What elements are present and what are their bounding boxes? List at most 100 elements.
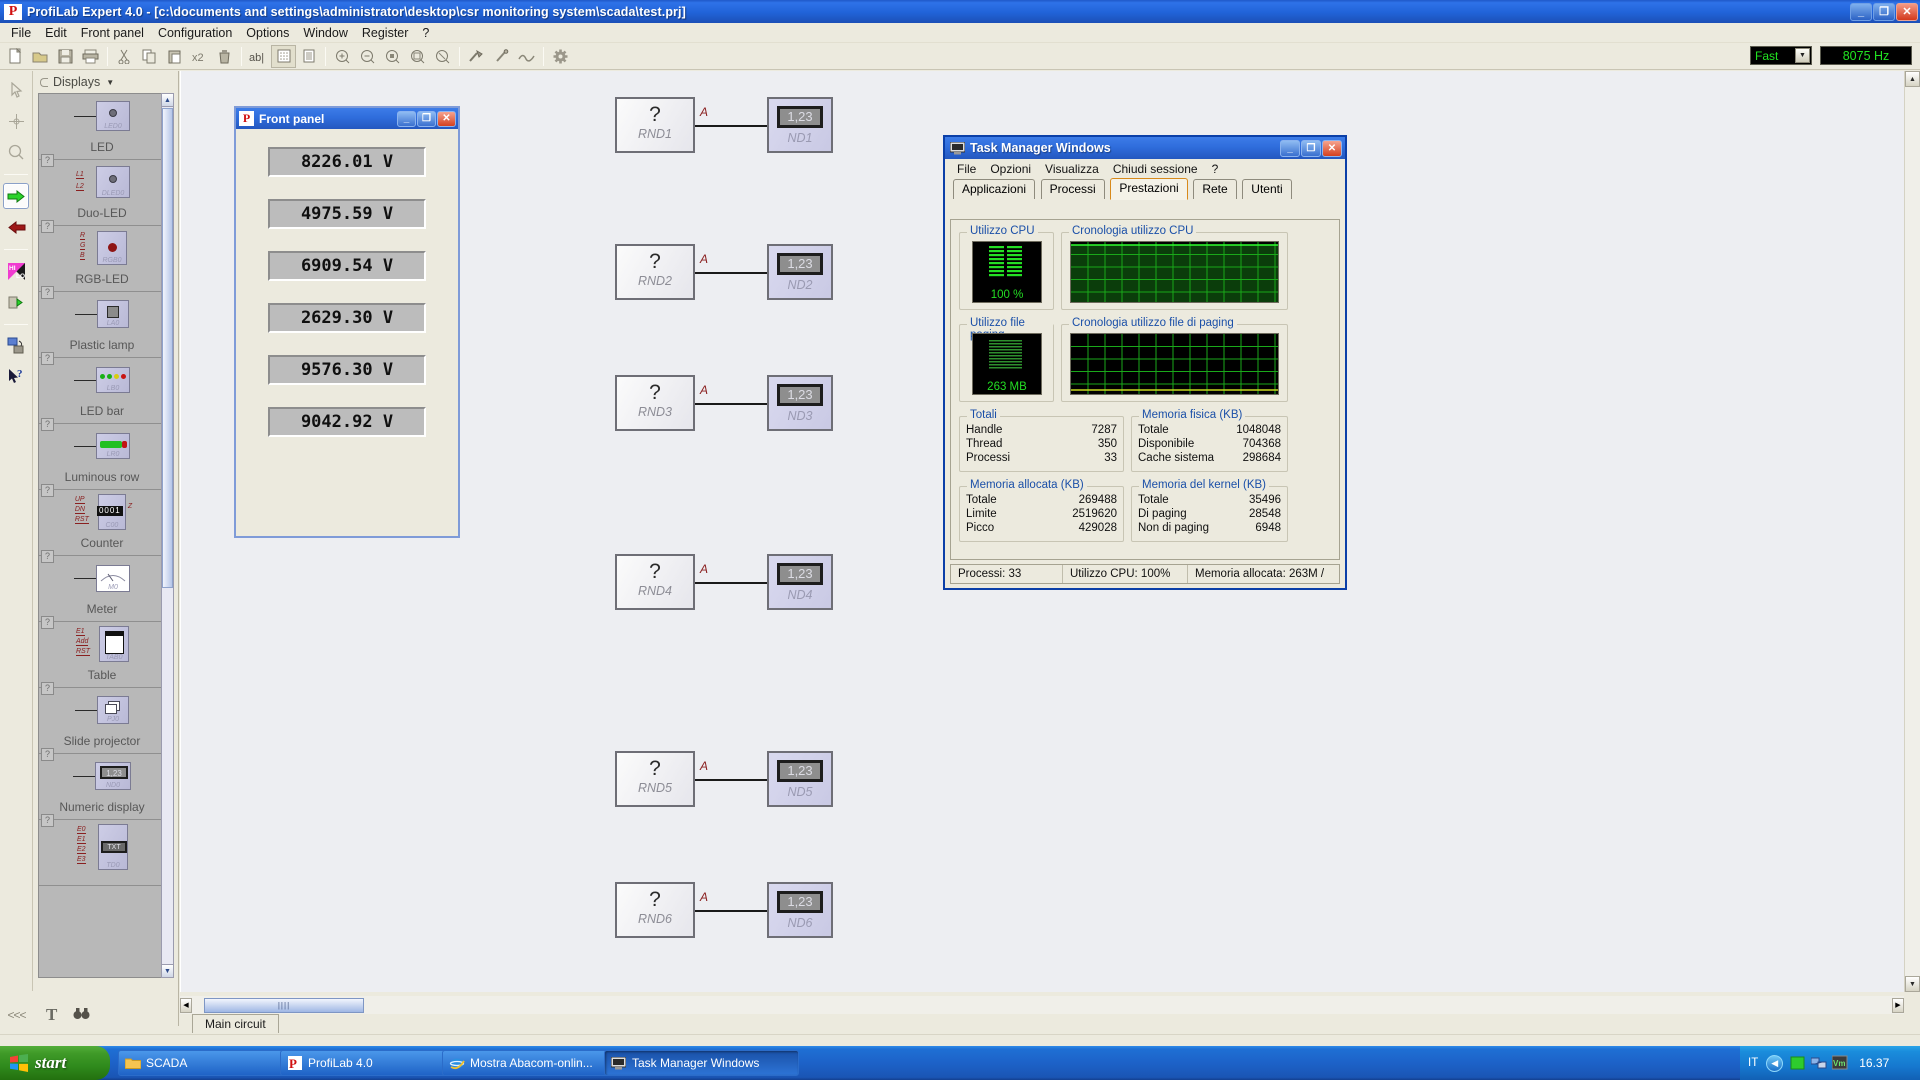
tm-menu-file[interactable]: File	[950, 161, 983, 177]
scope-icon[interactable]	[514, 45, 539, 68]
palette-help-icon[interactable]: ?	[41, 550, 54, 563]
nd-display-block[interactable]: 1,23 ND6	[767, 882, 833, 938]
chevron-down-icon[interactable]: ▼	[106, 78, 114, 87]
tm-menu-opzioni[interactable]: Opzioni	[983, 161, 1038, 177]
label-abl-icon[interactable]: ab|	[246, 45, 271, 68]
palette-scrollbar[interactable]: ▲ ▼	[161, 93, 174, 978]
task-manager-maximize-button[interactable]: ❐	[1301, 139, 1321, 157]
palette-item-meter[interactable]: M0 Meter ?	[39, 556, 165, 629]
tab-processi[interactable]: Processi	[1040, 179, 1105, 199]
nd-display-block[interactable]: 1,23 ND5	[767, 751, 833, 807]
palette-help-icon[interactable]: ?	[41, 682, 54, 695]
front-panel-window[interactable]: P Front panel _ ❐ ✕ 8226.01 V 4975.59 V …	[234, 106, 460, 538]
palette-help-icon[interactable]: ?	[41, 286, 54, 299]
tab-main-circuit[interactable]: Main circuit	[192, 1014, 279, 1033]
rnd-source-block[interactable]: ? RND4	[615, 554, 695, 610]
window-swap-icon[interactable]	[3, 333, 29, 359]
scroll-up-icon[interactable]: ▲	[1905, 71, 1920, 87]
menu-window[interactable]: Window	[296, 24, 354, 42]
palette-item-counter[interactable]: UP DN RST 0001 C00 Z Counter ?	[39, 490, 165, 563]
cut-icon[interactable]	[112, 45, 137, 68]
connection-wire[interactable]	[695, 910, 767, 912]
circuit-block-group[interactable]: ? RND2 A 1,23 ND2	[615, 244, 833, 300]
palette-help-icon[interactable]: ?	[41, 616, 54, 629]
palette-item-luminous-row[interactable]: LR0 Luminous row ?	[39, 424, 165, 497]
connection-wire[interactable]	[695, 272, 767, 274]
scroll-up-icon[interactable]: ▲	[162, 94, 173, 107]
scroll-left-icon[interactable]: ◀	[180, 997, 192, 1013]
front-panel-titlebar[interactable]: P Front panel _ ❐ ✕	[236, 108, 458, 129]
binocular-find-icon[interactable]	[73, 1007, 90, 1024]
tm-menu-help[interactable]: ?	[1205, 161, 1226, 177]
circuit-block-group[interactable]: ? RND4 A 1,23 ND4	[615, 554, 833, 610]
canvas-horizontal-scrollbar[interactable]: ◀ |||| ▶	[180, 996, 1904, 1014]
rnd-source-block[interactable]: ? RND6	[615, 882, 695, 938]
pin-icon[interactable]	[3, 289, 29, 315]
duplicate-x2-icon[interactable]: x2	[187, 45, 212, 68]
taskbar-item-task-manager[interactable]: Task Manager Windows	[604, 1050, 799, 1076]
task-manager-titlebar[interactable]: Task Manager Windows _ ❐ ✕	[945, 137, 1345, 159]
zoom-in-icon[interactable]	[330, 45, 355, 68]
save-icon[interactable]	[53, 45, 78, 68]
app-close-button[interactable]: ✕	[1896, 2, 1918, 21]
palette-item-table[interactable]: E1 Add RST TAB0 Table ?	[39, 622, 165, 695]
help-pointer-icon[interactable]: ?	[3, 364, 29, 390]
rnd-source-block[interactable]: ? RND1	[615, 97, 695, 153]
rnd-source-block[interactable]: ? RND2	[615, 244, 695, 300]
paste-icon[interactable]	[162, 45, 187, 68]
task-manager-close-button[interactable]: ✕	[1322, 139, 1342, 157]
pointer-icon[interactable]	[3, 77, 29, 103]
task-manager-minimize-button[interactable]: _	[1280, 139, 1300, 157]
circuit-block-group[interactable]: ? RND5 A 1,23 ND5	[615, 751, 833, 807]
scroll-down-icon[interactable]: ▼	[162, 964, 173, 977]
circuit-block-group[interactable]: ? RND1 A 1,23 ND1	[615, 97, 833, 153]
open-file-icon[interactable]	[28, 45, 53, 68]
hi-lo-icon[interactable]: HI LO	[3, 258, 29, 284]
front-panel-maximize-button[interactable]: ❐	[417, 110, 436, 127]
nd-display-block[interactable]: 1,23 ND3	[767, 375, 833, 431]
grid-icon[interactable]	[271, 44, 296, 68]
network-icon[interactable]	[1810, 1055, 1827, 1071]
palette-item-duo-led[interactable]: L1 L2 DLED0 Duo-LED ?	[39, 160, 165, 233]
probe-icon[interactable]	[489, 45, 514, 68]
palette-scroll-thumb[interactable]	[162, 108, 173, 588]
canvas-vertical-scrollbar[interactable]: ▲ ▼	[1904, 71, 1920, 992]
start-button[interactable]: start	[0, 1046, 110, 1080]
nd-display-block[interactable]: 1,23 ND2	[767, 244, 833, 300]
task-manager-window[interactable]: Task Manager Windows _ ❐ ✕ File Opzioni …	[943, 135, 1347, 590]
green-square-icon[interactable]	[1790, 1055, 1806, 1071]
circuit-block-group[interactable]: ? RND6 A 1,23 ND6	[615, 882, 833, 938]
output-arrow-icon[interactable]	[3, 183, 29, 209]
menu-file[interactable]: File	[4, 24, 38, 42]
front-panel-close-button[interactable]: ✕	[437, 110, 456, 127]
vm-icon[interactable]: Vm	[1831, 1055, 1848, 1071]
tab-applicazioni[interactable]: Applicazioni	[953, 179, 1036, 199]
nd-display-block[interactable]: 1,23 ND4	[767, 554, 833, 610]
zoom-page-icon[interactable]	[430, 45, 455, 68]
palette-help-icon[interactable]: ?	[41, 418, 54, 431]
palette-item-plastic-lamp[interactable]: LA0 Plastic lamp ?	[39, 292, 165, 365]
rnd-source-block[interactable]: ? RND3	[615, 375, 695, 431]
canvas-hscroll-thumb[interactable]: ||||	[204, 997, 364, 1013]
palette-help-icon[interactable]: ?	[41, 352, 54, 365]
palette-help-icon[interactable]: ?	[41, 154, 54, 167]
zoom-out-icon[interactable]	[355, 45, 380, 68]
tray-expand-arrow-icon[interactable]: ◀	[1766, 1054, 1784, 1072]
palette-item-list[interactable]: LED0 LED ? L1 L2 DLED0 Duo-LED ? R G B R…	[38, 93, 166, 978]
menu-front-panel[interactable]: Front panel	[74, 24, 151, 42]
palette-help-icon[interactable]: ?	[41, 814, 54, 827]
connection-wire[interactable]	[695, 125, 767, 127]
input-arrow-icon[interactable]	[3, 214, 29, 240]
menu-edit[interactable]: Edit	[38, 24, 74, 42]
app-maximize-button[interactable]: ❐	[1873, 2, 1895, 21]
app-minimize-button[interactable]: _	[1850, 2, 1872, 21]
connection-wire[interactable]	[695, 582, 767, 584]
menu-register[interactable]: Register	[355, 24, 416, 42]
nd-display-block[interactable]: 1,23 ND1	[767, 97, 833, 153]
copy-icon[interactable]	[137, 45, 162, 68]
palette-help-icon[interactable]: ?	[41, 748, 54, 761]
front-panel-minimize-button[interactable]: _	[397, 110, 416, 127]
text-tool-icon[interactable]: T	[46, 1005, 57, 1025]
scroll-down-icon[interactable]: ▼	[1905, 976, 1920, 992]
scroll-right-icon[interactable]: ▶	[1892, 997, 1904, 1013]
